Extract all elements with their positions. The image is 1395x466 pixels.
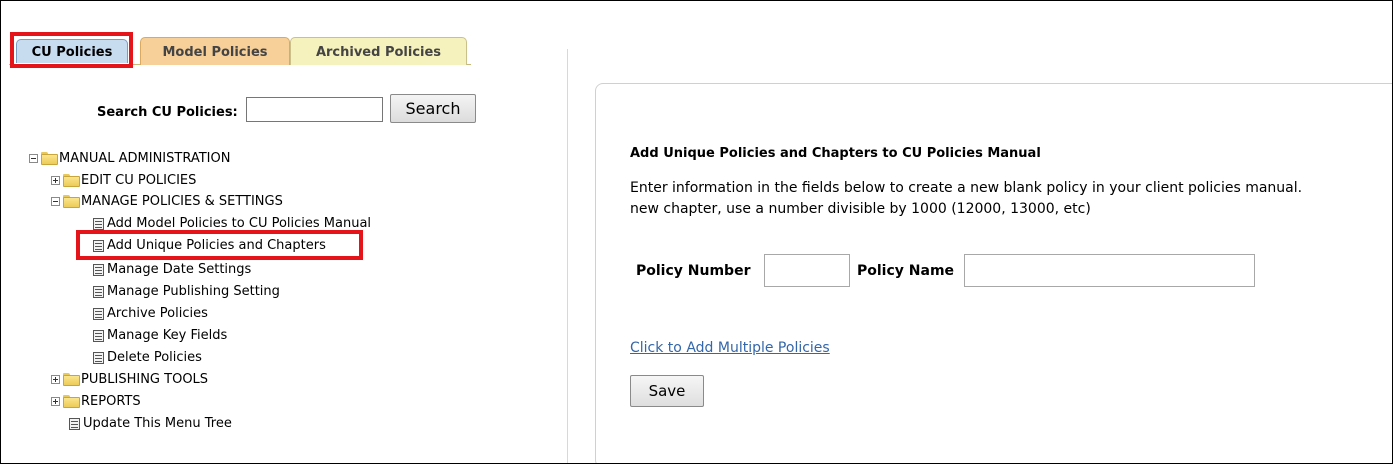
page-icon	[69, 417, 80, 430]
page-icon	[93, 329, 104, 342]
panel-description-line2: new chapter, use a number divisible by 1…	[630, 201, 1091, 217]
panel-divider	[567, 49, 568, 463]
tree-item-delete-policies[interactable]: Delete Policies	[93, 347, 202, 368]
tree-item-manage-date-settings[interactable]: Manage Date Settings	[93, 259, 251, 280]
page-icon	[93, 285, 104, 298]
tree-node-label: MANUAL ADMINISTRATION	[59, 151, 231, 166]
tab-highlight-annotation	[10, 32, 133, 68]
folder-icon	[63, 373, 80, 386]
tree-item-label: Delete Policies	[107, 350, 202, 365]
tree-node-manage-policies-settings[interactable]: MANAGE POLICIES & SETTINGS	[51, 191, 283, 212]
folder-icon	[63, 174, 80, 187]
page-icon	[93, 351, 104, 364]
tree-node-label: PUBLISHING TOOLS	[81, 372, 209, 387]
add-multiple-policies-link[interactable]: Click to Add Multiple Policies	[630, 340, 830, 356]
tree-item-label: Manage Date Settings	[107, 262, 252, 277]
tree-item-archive-policies[interactable]: Archive Policies	[93, 303, 208, 324]
app-window: CU Policies Model Policies Archived Poli…	[0, 0, 1393, 464]
tree-node-reports[interactable]: REPORTS	[51, 391, 141, 412]
page-icon	[93, 217, 104, 230]
tree-node-label: MANAGE POLICIES & SETTINGS	[81, 194, 283, 209]
expand-icon[interactable]	[51, 375, 60, 384]
folder-icon	[63, 395, 80, 408]
tree-node-manual-administration[interactable]: MANUAL ADMINISTRATION	[29, 148, 230, 169]
panel-heading: Add Unique Policies and Chapters to CU P…	[630, 146, 1041, 161]
search-label: Search CU Policies:	[97, 105, 238, 120]
tree-node-edit-cu-policies[interactable]: EDIT CU POLICIES	[51, 170, 196, 191]
save-button[interactable]: Save	[630, 375, 704, 407]
folder-open-icon	[63, 195, 80, 208]
policy-number-input[interactable]	[764, 254, 850, 287]
tree-item-manage-publishing-setting[interactable]: Manage Publishing Setting	[93, 281, 280, 302]
folder-open-icon	[41, 152, 58, 165]
expand-icon[interactable]	[51, 176, 60, 185]
tree-node-publishing-tools[interactable]: PUBLISHING TOOLS	[51, 369, 208, 390]
search-button[interactable]: Search	[390, 94, 476, 123]
collapse-icon[interactable]	[29, 154, 38, 163]
tree-node-label: EDIT CU POLICIES	[81, 173, 197, 188]
policy-number-label: Policy Number	[636, 263, 751, 279]
tree-item-label: Manage Publishing Setting	[107, 284, 280, 299]
tab-archived-policies[interactable]: Archived Policies	[290, 37, 467, 65]
policy-name-label: Policy Name	[857, 263, 955, 279]
tree-item-manage-key-fields[interactable]: Manage Key Fields	[93, 325, 227, 346]
tree-item-update-menu-tree[interactable]: Update This Menu Tree	[69, 413, 232, 434]
policy-name-input[interactable]	[964, 254, 1255, 287]
page-icon	[93, 307, 104, 320]
tree-node-label: REPORTS	[81, 394, 141, 409]
tree-item-label: Archive Policies	[107, 306, 208, 321]
search-input[interactable]	[246, 97, 383, 122]
panel-description-line1: Enter information in the fields below to…	[630, 180, 1303, 196]
tree-item-label: Update This Menu Tree	[83, 416, 232, 431]
expand-icon[interactable]	[51, 397, 60, 406]
tab-model-policies[interactable]: Model Policies	[140, 37, 290, 65]
tree-item-label: Manage Key Fields	[107, 328, 228, 343]
page-icon	[93, 263, 104, 276]
tree-highlight-annotation	[76, 230, 363, 260]
collapse-icon[interactable]	[51, 197, 60, 206]
